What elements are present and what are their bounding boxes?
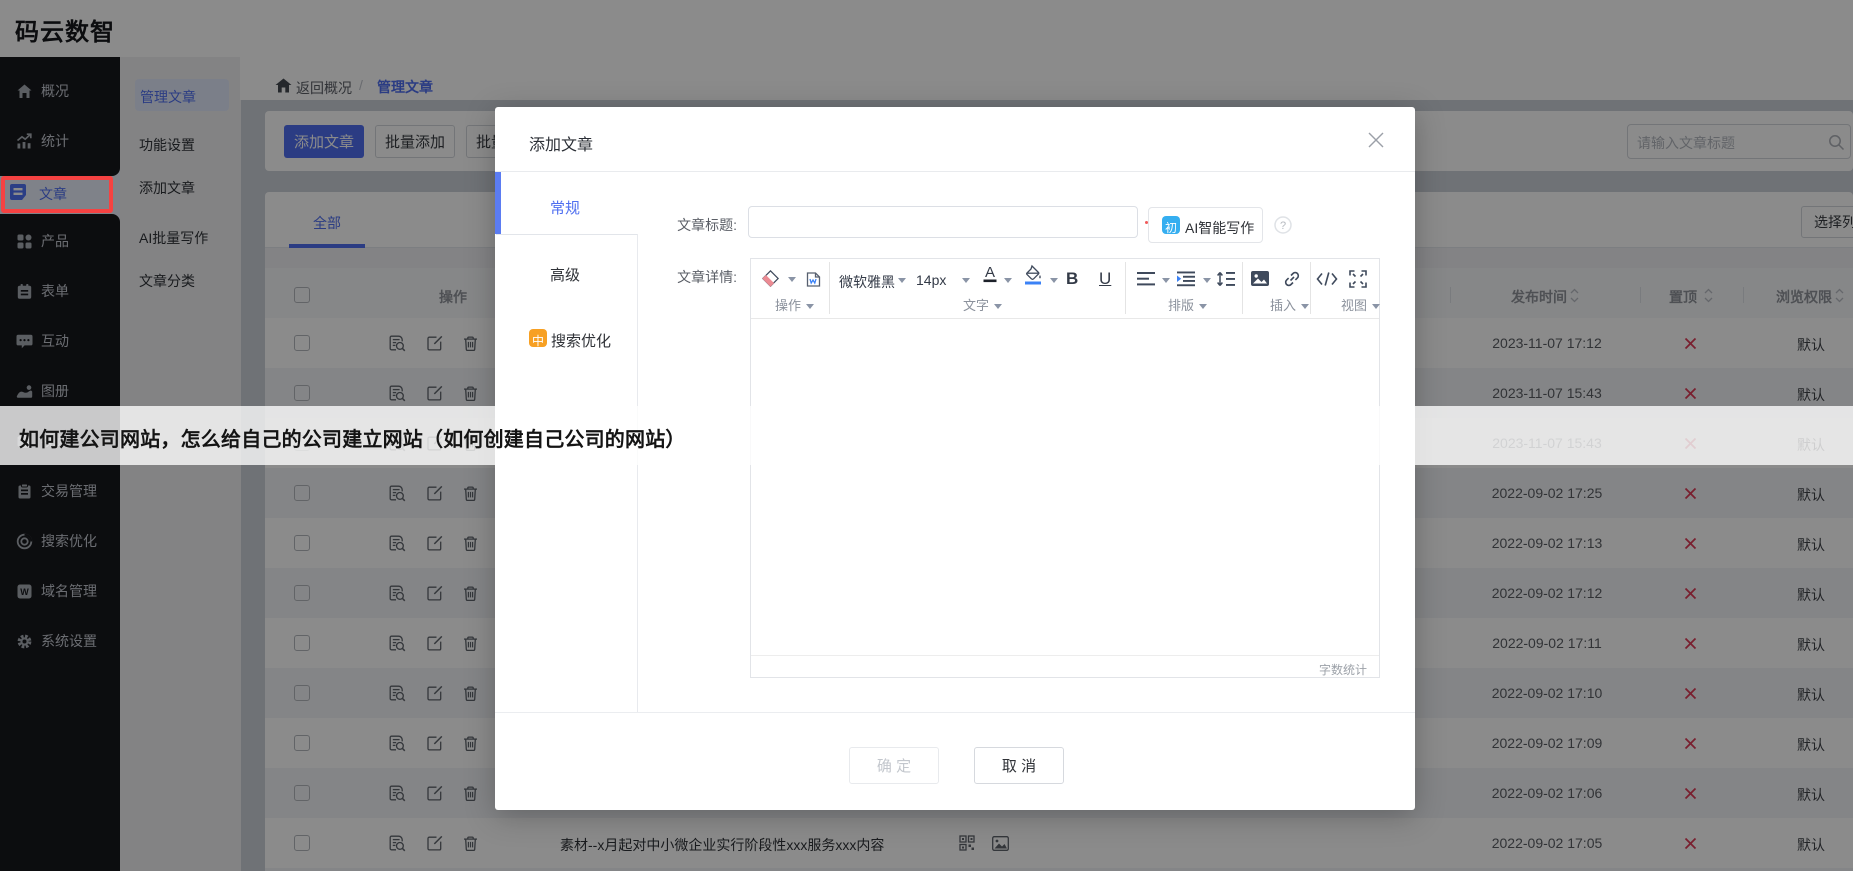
svg-text:A: A (985, 264, 995, 281)
svg-text:?: ? (1280, 220, 1286, 232)
